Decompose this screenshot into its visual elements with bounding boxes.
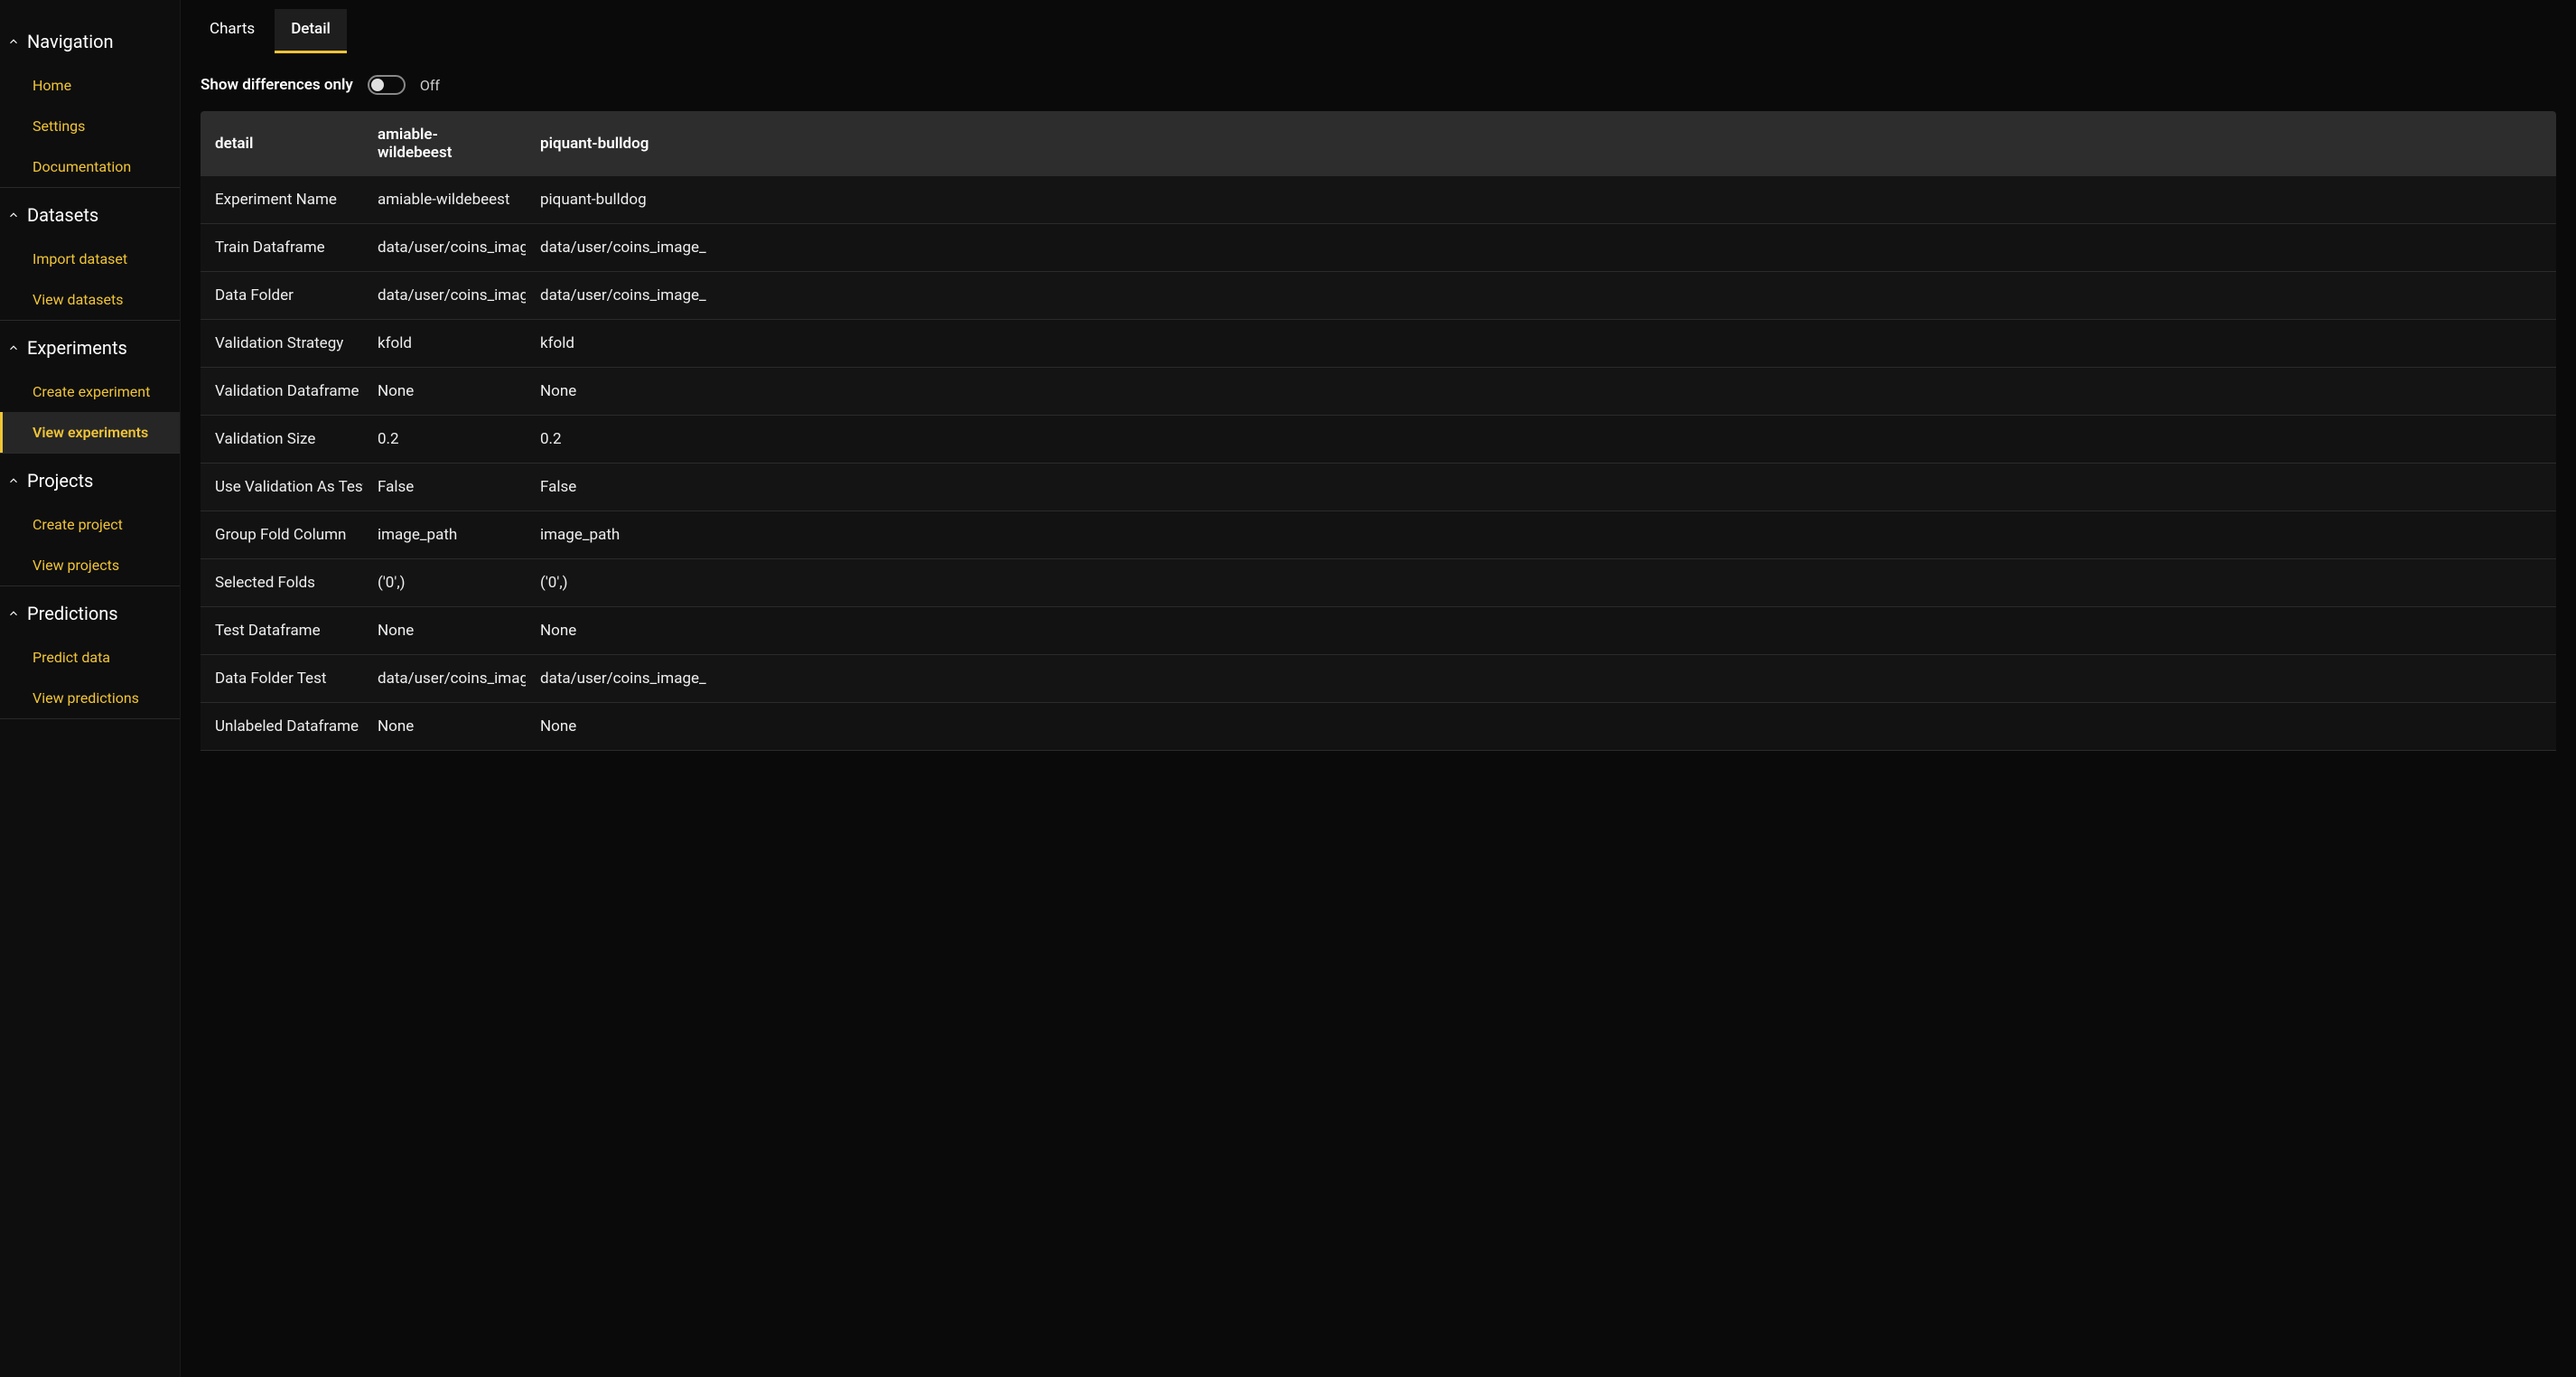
table-row: Train Dataframedata/user/coins_image_dat… <box>201 224 2556 272</box>
detail-value-cell: 0.2 <box>526 416 2556 464</box>
detail-value-cell: data/user/coins_image_ <box>526 272 2556 320</box>
table-row: Validation DataframeNoneNone <box>201 368 2556 416</box>
detail-value-cell: None <box>526 368 2556 416</box>
detail-table: detailamiable-wildebeestpiquant-bulldog … <box>201 111 2556 751</box>
nav-section-title: Predictions <box>27 603 118 624</box>
detail-value-cell: None <box>526 607 2556 655</box>
detail-value-cell: data/user/coins_image_ <box>526 655 2556 703</box>
toggle-knob <box>371 79 384 91</box>
nav-item[interactable]: View predictions <box>0 678 180 718</box>
detail-value-cell: amiable-wildebeest <box>363 176 526 224</box>
table-row: Data Folder Testdata/user/coins_image_da… <box>201 655 2556 703</box>
detail-value-cell: False <box>526 464 2556 511</box>
detail-name-cell: Data Folder <box>201 272 363 320</box>
diff-toggle[interactable] <box>368 75 406 95</box>
sidebar: Navigation HomeSettingsDocumentation Datas… <box>0 0 181 1377</box>
nav-section-header[interactable]: Projects <box>0 457 180 504</box>
tab-bar: ChartsDetail <box>181 0 2576 53</box>
detail-value-cell: None <box>526 703 2556 751</box>
detail-value-cell: None <box>363 703 526 751</box>
nav-item[interactable]: Documentation <box>0 146 180 187</box>
nav-item[interactable]: Predict data <box>0 637 180 678</box>
nav-section: Projects Create projectView projects <box>0 457 180 586</box>
detail-name-cell: Group Fold Column <box>201 511 363 559</box>
detail-value-cell: ('0',) <box>363 559 526 607</box>
nav-section-title: Experiments <box>27 337 127 359</box>
column-header[interactable]: amiable-wildebeest <box>363 111 526 176</box>
detail-name-cell: Validation Dataframe <box>201 368 363 416</box>
detail-name-cell: Experiment Name <box>201 176 363 224</box>
detail-name-cell: Selected Folds <box>201 559 363 607</box>
chevron-up-icon <box>7 209 20 221</box>
detail-value-cell: image_path <box>363 511 526 559</box>
chevron-up-icon <box>7 474 20 487</box>
detail-table-scroll[interactable]: detailamiable-wildebeestpiquant-bulldog … <box>201 111 2556 1357</box>
nav-section-title: Datasets <box>27 204 98 226</box>
detail-value-cell: False <box>363 464 526 511</box>
nav-section-title: Navigation <box>27 31 114 52</box>
table-row: Validation Strategykfoldkfold <box>201 320 2556 368</box>
nav-item[interactable]: View projects <box>0 545 180 585</box>
nav-section: Experiments Create experimentView experim… <box>0 324 180 454</box>
detail-name-cell: Data Folder Test <box>201 655 363 703</box>
detail-value-cell: ('0',) <box>526 559 2556 607</box>
table-row: Validation Size0.20.2 <box>201 416 2556 464</box>
nav-item[interactable]: View experiments <box>0 412 180 453</box>
nav-section: Datasets Import datasetView datasets <box>0 192 180 321</box>
nav-item[interactable]: Create project <box>0 504 180 545</box>
nav-section: Predictions Predict dataView predictions <box>0 590 180 719</box>
chevron-up-icon <box>7 35 20 48</box>
detail-value-cell: kfold <box>363 320 526 368</box>
main-content: ChartsDetail Show differences only Off d… <box>181 0 2576 1377</box>
nav-item[interactable]: Home <box>0 65 180 106</box>
detail-name-cell: Validation Size <box>201 416 363 464</box>
column-header[interactable]: piquant-bulldog <box>526 111 2556 176</box>
nav-section: Navigation HomeSettingsDocumentation <box>0 18 180 188</box>
detail-name-cell: Train Dataframe <box>201 224 363 272</box>
table-row: Selected Folds('0',)('0',) <box>201 559 2556 607</box>
detail-name-cell: Use Validation As Test D <box>201 464 363 511</box>
chevron-up-icon <box>7 607 20 620</box>
detail-value-cell: data/user/coins_image_ <box>363 272 526 320</box>
tab-detail[interactable]: Detail <box>275 9 347 53</box>
nav-section-header[interactable]: Experiments <box>0 324 180 371</box>
detail-value-cell: kfold <box>526 320 2556 368</box>
table-row: Group Fold Columnimage_pathimage_path <box>201 511 2556 559</box>
tab-charts[interactable]: Charts <box>193 9 271 53</box>
detail-value-cell: 0.2 <box>363 416 526 464</box>
detail-name-cell: Validation Strategy <box>201 320 363 368</box>
detail-value-cell: piquant-bulldog <box>526 176 2556 224</box>
diff-toggle-state: Off <box>420 77 440 94</box>
table-row: Unlabeled DataframeNoneNone <box>201 703 2556 751</box>
nav-section-header[interactable]: Navigation <box>0 18 180 65</box>
table-row: Use Validation As Test DFalseFalse <box>201 464 2556 511</box>
nav-section-title: Projects <box>27 470 93 492</box>
controls-row: Show differences only Off <box>181 53 2576 111</box>
nav-item[interactable]: View datasets <box>0 279 180 320</box>
nav-item[interactable]: Settings <box>0 106 180 146</box>
detail-value-cell: data/user/coins_image_ <box>363 224 526 272</box>
nav-section-header[interactable]: Predictions <box>0 590 180 637</box>
column-header[interactable]: detail <box>201 111 363 176</box>
detail-value-cell: None <box>363 607 526 655</box>
detail-value-cell: None <box>363 368 526 416</box>
detail-table-container: detailamiable-wildebeestpiquant-bulldog … <box>201 111 2556 1357</box>
chevron-up-icon <box>7 342 20 354</box>
table-row: Experiment Nameamiable-wildebeestpiquant… <box>201 176 2556 224</box>
nav-section-header[interactable]: Datasets <box>0 192 180 239</box>
diff-toggle-label: Show differences only <box>201 76 353 94</box>
table-row: Test DataframeNoneNone <box>201 607 2556 655</box>
detail-name-cell: Unlabeled Dataframe <box>201 703 363 751</box>
nav-item[interactable]: Create experiment <box>0 371 180 412</box>
detail-value-cell: data/user/coins_image_ <box>363 655 526 703</box>
nav-item[interactable]: Import dataset <box>0 239 180 279</box>
detail-name-cell: Test Dataframe <box>201 607 363 655</box>
detail-value-cell: image_path <box>526 511 2556 559</box>
table-row: Data Folderdata/user/coins_image_data/us… <box>201 272 2556 320</box>
detail-value-cell: data/user/coins_image_ <box>526 224 2556 272</box>
